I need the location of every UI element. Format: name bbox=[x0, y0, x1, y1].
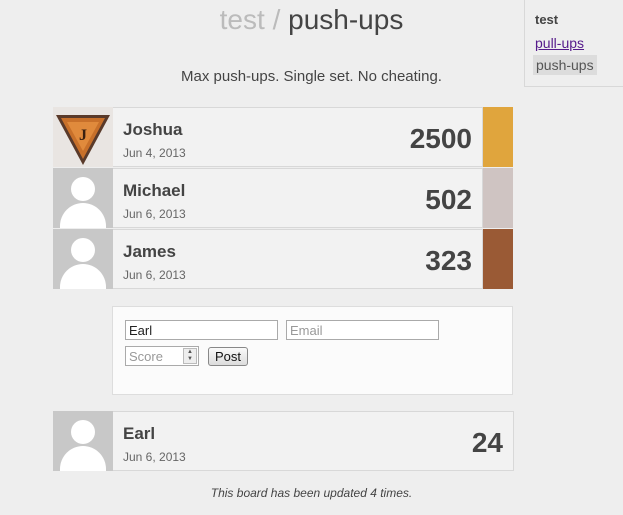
entry-card: Earl Jun 6, 2013 24 bbox=[113, 411, 514, 471]
entry-name: Michael bbox=[123, 181, 186, 200]
entry-date: Jun 6, 2013 bbox=[123, 268, 186, 282]
entry-preview-row: Earl Jun 6, 2013 24 bbox=[53, 411, 514, 471]
default-avatar-icon bbox=[53, 411, 113, 471]
badge-icon: J bbox=[53, 107, 113, 167]
entry-score: 323 bbox=[425, 245, 472, 276]
sidebar-heading: test bbox=[535, 12, 559, 27]
entry-score: 2500 bbox=[409, 123, 472, 154]
email-input[interactable] bbox=[286, 320, 439, 340]
default-avatar-icon bbox=[53, 168, 113, 228]
entry-name: Earl bbox=[123, 424, 156, 443]
board-name: test bbox=[219, 4, 265, 35]
entry-date: Jun 6, 2013 bbox=[123, 450, 186, 464]
score-stepper[interactable]: ▲▼ bbox=[125, 346, 199, 366]
leaderboard-row: J Joshua Jun 4, 2013 2500 bbox=[53, 107, 513, 167]
entry-card: Joshua Jun 4, 2013 2500 bbox=[113, 107, 483, 167]
entry-name: Joshua bbox=[123, 120, 183, 139]
breadcrumb-separator: / bbox=[272, 4, 281, 35]
svg-text:J: J bbox=[79, 127, 87, 144]
entry-date: Jun 4, 2013 bbox=[123, 146, 186, 160]
new-entry-form: ▲▼ Post bbox=[112, 306, 513, 395]
update-count-note: This board has been updated 4 times. bbox=[210, 486, 413, 500]
entry-score: 502 bbox=[425, 184, 472, 215]
boards-sidebar: test pull-ups push-ups bbox=[524, 0, 623, 87]
entry-card: Michael Jun 6, 2013 502 bbox=[113, 168, 483, 228]
entry-name: James bbox=[123, 242, 176, 261]
board-title: push-ups bbox=[288, 4, 404, 35]
sidebar-item-current: push-ups bbox=[533, 55, 597, 75]
default-avatar-icon bbox=[53, 229, 113, 289]
rank-color-swatch bbox=[483, 168, 513, 228]
badge-icon-graphic: J bbox=[56, 115, 110, 165]
post-button[interactable]: Post bbox=[208, 347, 249, 366]
rank-color-swatch bbox=[483, 229, 513, 289]
leaderboard-row: Michael Jun 6, 2013 502 bbox=[53, 168, 513, 228]
entry-score: 24 bbox=[471, 427, 503, 458]
rank-color-swatch bbox=[483, 107, 513, 167]
entry-card: James Jun 6, 2013 323 bbox=[113, 229, 483, 289]
name-input[interactable] bbox=[125, 320, 278, 340]
spinner-arrows-icon[interactable]: ▲ ▼ bbox=[183, 348, 197, 364]
leaderboard-row: James Jun 6, 2013 323 bbox=[53, 229, 513, 289]
score-input[interactable] bbox=[126, 347, 182, 365]
sidebar-link-pull-ups[interactable]: pull-ups bbox=[535, 35, 584, 51]
entry-date: Jun 6, 2013 bbox=[123, 207, 186, 221]
